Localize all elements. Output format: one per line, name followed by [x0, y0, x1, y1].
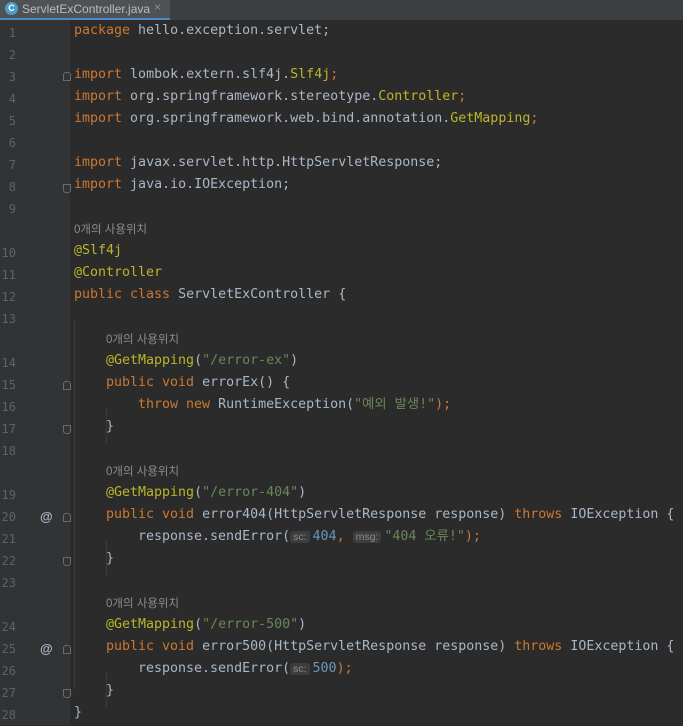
code-line: public void errorEx() {: [106, 375, 291, 390]
line-number: 14: [1, 356, 16, 370]
line-number: 17: [1, 422, 16, 436]
code-line: import javax.servlet.http.HttpServletRes…: [74, 155, 443, 170]
line-number: 20: [1, 510, 16, 524]
line-number: 4: [8, 92, 16, 106]
java-class-icon: C: [5, 2, 18, 15]
code-line: import lombok.extern.slf4j.Slf4j;: [74, 67, 339, 82]
line-number: 18: [1, 444, 16, 458]
line-number: 5: [8, 114, 16, 128]
close-icon[interactable]: ×: [154, 0, 161, 14]
code-line: public void error404(HttpServletResponse…: [106, 507, 675, 522]
code-line: }: [106, 419, 115, 434]
code-editor[interactable]: package hello.exception.servlet; import …: [70, 20, 683, 725]
code-line: package hello.exception.servlet;: [74, 23, 331, 38]
code-line: public class ServletExController {: [74, 287, 347, 302]
inlay-hint: sc:: [290, 663, 310, 675]
indent-guide: [74, 320, 75, 690]
editor-tab-bar: C ServletExController.java ×: [0, 0, 683, 20]
code-line: import java.io.IOException;: [74, 177, 291, 192]
line-number: 19: [1, 488, 16, 502]
line-number: 15: [1, 378, 16, 392]
line-number: 11: [1, 268, 16, 282]
line-number: 22: [1, 554, 16, 568]
code-line: @GetMapping("/error-500"): [106, 617, 307, 632]
code-line: }: [106, 683, 115, 698]
code-line: }: [74, 705, 83, 720]
code-line: @Controller: [74, 265, 163, 280]
line-number: 28: [1, 708, 16, 722]
line-number: 16: [1, 400, 16, 414]
line-number: 9: [8, 202, 16, 216]
code-line: }: [106, 551, 115, 566]
line-number: 25: [1, 642, 16, 656]
usage-hint[interactable]: 0개의 사용위치: [74, 219, 147, 241]
mapping-endpoint-icon[interactable]: @: [40, 638, 53, 660]
line-number: 12: [1, 290, 16, 304]
usage-hint[interactable]: 0개의 사용위치: [106, 461, 179, 483]
line-number: 21: [1, 532, 16, 546]
line-number: 26: [1, 664, 16, 678]
code-line: throw new RuntimeException("예외 발생!");: [138, 397, 452, 412]
inlay-hint: sc:: [290, 531, 310, 543]
tab-label: ServletExController.java: [22, 2, 151, 16]
code-line: @GetMapping("/error-ex"): [106, 353, 299, 368]
line-number: 27: [1, 686, 16, 700]
line-number: 24: [1, 620, 16, 634]
code-line: @GetMapping("/error-404"): [106, 485, 307, 500]
usage-hint[interactable]: 0개의 사용위치: [106, 593, 179, 615]
code-line: response.sendError(sc: 500);: [138, 661, 353, 676]
mapping-endpoint-icon[interactable]: @: [40, 506, 53, 528]
editor-gutter: 1 2 3 4 5 6 7 8 9 10 11 12 13 14 15 16 1…: [0, 20, 71, 725]
code-line: response.sendError(sc: 404, msg: "404 오류!"…: [138, 529, 481, 544]
line-number: 2: [8, 48, 16, 62]
line-number: 8: [8, 180, 16, 194]
usage-hint[interactable]: 0개의 사용위치: [106, 329, 179, 351]
code-line: public void error500(HttpServletResponse…: [106, 639, 675, 654]
line-number: 7: [8, 158, 16, 172]
line-number: 3: [8, 70, 16, 84]
line-number: 13: [1, 312, 16, 326]
tab-servletexcontroller[interactable]: C ServletExController.java ×: [0, 0, 170, 20]
line-number: 23: [1, 576, 16, 590]
line-number: 10: [1, 246, 16, 260]
code-line: import org.springframework.stereotype.Co…: [74, 89, 467, 104]
line-number: 1: [8, 26, 16, 40]
line-number: 6: [8, 136, 16, 150]
inlay-hint: msg:: [352, 531, 382, 543]
code-line: import org.springframework.web.bind.anno…: [74, 111, 539, 126]
code-line: @Slf4j: [74, 243, 123, 258]
